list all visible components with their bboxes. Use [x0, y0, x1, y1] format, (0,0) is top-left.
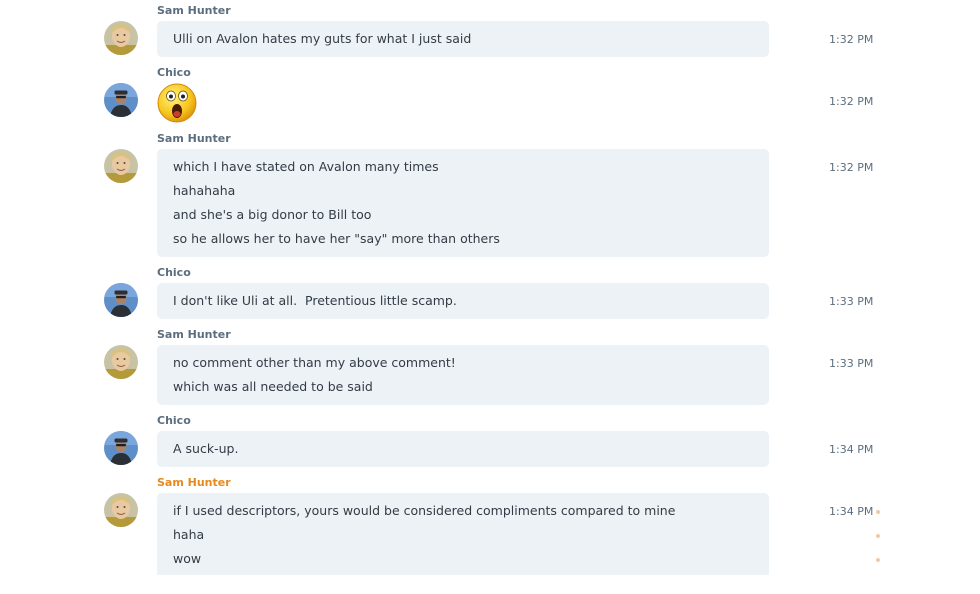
read-status-dot	[876, 510, 880, 514]
message-text: I don't like Uli at all. Pretentious lit…	[173, 293, 457, 308]
surprised-face-icon[interactable]	[157, 83, 197, 123]
message-timestamp: 1:32 PM	[829, 95, 874, 108]
message-bubble[interactable]: Ulli on Avalon hates my guts for what I …	[157, 21, 769, 57]
message-text: wow	[173, 551, 202, 566]
avatar-chico[interactable]	[104, 283, 138, 317]
message-text: so he allows her to have her "say" more …	[173, 231, 500, 246]
sender-name[interactable]: Sam Hunter	[157, 476, 231, 490]
sender-name[interactable]: Sam Hunter	[157, 132, 231, 146]
message-bubble[interactable]: which I have stated on Avalon many times…	[157, 149, 769, 257]
message-text: no comment other than my above comment!	[173, 355, 456, 370]
message-text: Ulli on Avalon hates my guts for what I …	[173, 31, 472, 46]
message-text: if I used descriptors, yours would be co…	[173, 503, 676, 518]
sender-name[interactable]: Chico	[157, 66, 191, 80]
message-timestamp: 1:33 PM	[829, 295, 874, 308]
conversation-pane: Sam Hunter Ulli on Avalon hates my guts …	[0, 0, 980, 594]
message-timestamp: 1:34 PM	[829, 443, 874, 456]
avatar-chico[interactable]	[104, 83, 138, 117]
message-bubble[interactable]: no comment other than my above comment! …	[157, 345, 769, 405]
message-timestamp: 1:33 PM	[829, 357, 874, 370]
message-timestamp: 1:32 PM	[829, 161, 874, 174]
message-text: which was all needed to be said	[173, 379, 373, 394]
read-status-dot	[876, 558, 880, 562]
avatar-chico[interactable]	[104, 431, 138, 465]
avatar-sam-hunter[interactable]	[104, 345, 138, 379]
message-text: and she's a big donor to Bill too	[173, 207, 372, 222]
message-text: haha	[173, 527, 205, 542]
avatar-sam-hunter[interactable]	[104, 149, 138, 183]
message-bubble[interactable]: if I used descriptors, yours would be co…	[157, 493, 769, 575]
avatar-sam-hunter[interactable]	[104, 21, 138, 55]
message-bubble[interactable]: I don't like Uli at all. Pretentious lit…	[157, 283, 769, 319]
sender-name[interactable]: Sam Hunter	[157, 328, 231, 342]
sender-name[interactable]: Chico	[157, 266, 191, 280]
message-timestamp: 1:32 PM	[829, 33, 874, 46]
sender-name[interactable]: Chico	[157, 414, 191, 428]
message-text: which I have stated on Avalon many times	[173, 159, 439, 174]
message-text: A suck-up.	[173, 441, 239, 456]
message-bubble[interactable]: A suck-up.	[157, 431, 769, 467]
message-timestamp: 1:34 PM	[829, 505, 874, 518]
message-text: hahahaha	[173, 183, 236, 198]
avatar-sam-hunter[interactable]	[104, 493, 138, 527]
read-status-dot	[876, 534, 880, 538]
sender-name[interactable]: Sam Hunter	[157, 4, 231, 18]
